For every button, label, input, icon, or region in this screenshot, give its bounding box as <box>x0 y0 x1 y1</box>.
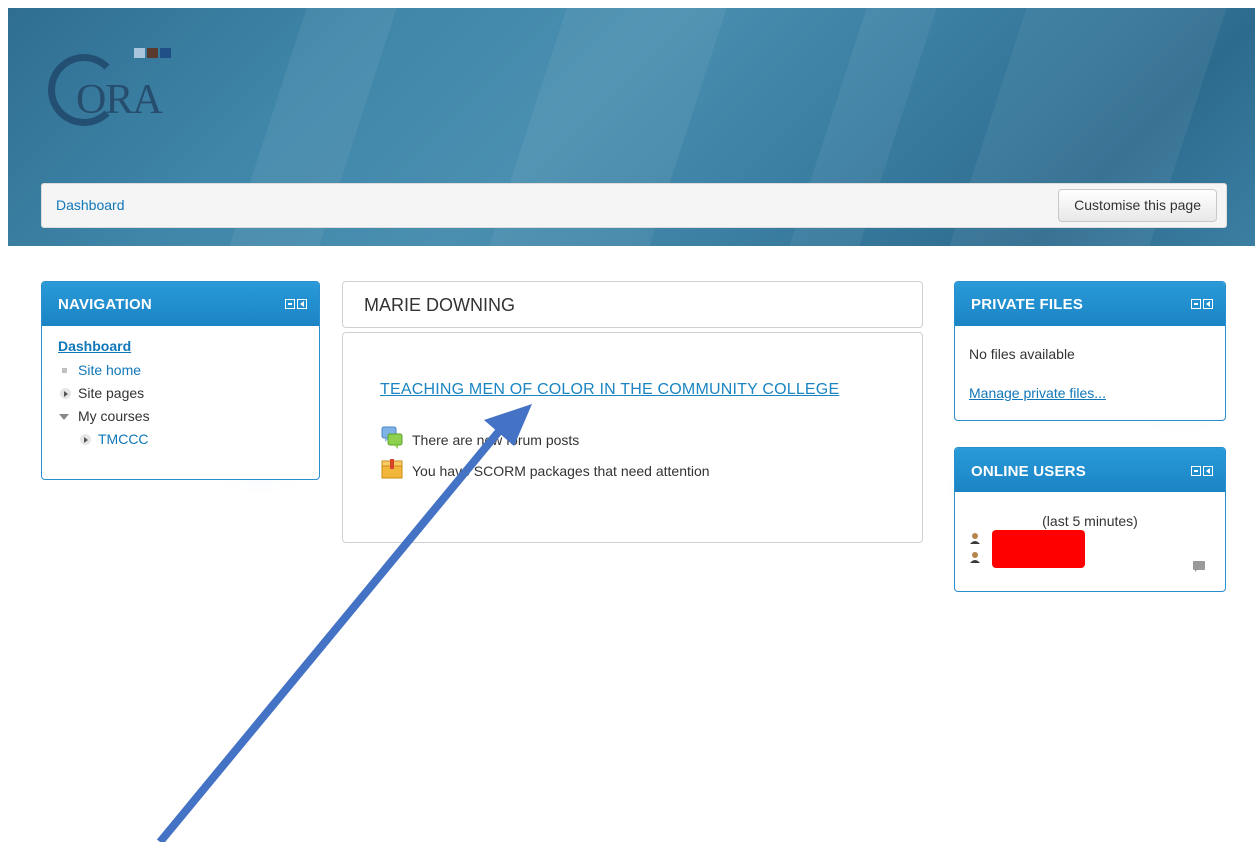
annotation-arrow <box>156 404 532 842</box>
